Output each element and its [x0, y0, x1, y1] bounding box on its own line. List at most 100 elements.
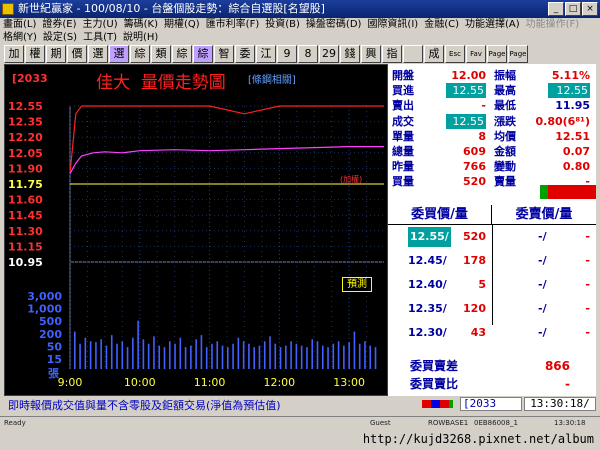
- volume-bar: [205, 347, 208, 369]
- open-label: 開盤: [392, 69, 414, 82]
- total-label: 總量: [392, 145, 414, 158]
- toolbar-button-5[interactable]: 選: [109, 45, 129, 63]
- bid-label: 買進: [392, 84, 414, 97]
- menu-item-0[interactable]: 畫面(L): [0, 18, 39, 32]
- volume-bar: [321, 345, 324, 369]
- menu2-item-0[interactable]: 格網(Y): [0, 31, 40, 45]
- stock-name: 佳大: [96, 73, 130, 93]
- mini-color-indicator: [422, 400, 453, 408]
- bid-ask-diff-row: 委買賣差 866: [388, 358, 596, 374]
- bid-price: 12.45/: [408, 254, 447, 267]
- menu-item-5[interactable]: 匯市利率(F): [203, 18, 263, 32]
- toolbar-button-18[interactable]: 指: [382, 45, 402, 63]
- toolbar-button-24[interactable]: Page Dn: [508, 45, 528, 63]
- ask-price: -/: [538, 230, 547, 243]
- reference-label: (加權): [340, 174, 362, 184]
- volume-tick-label: 50: [47, 340, 63, 353]
- volume-bar: [306, 347, 308, 369]
- menu-item-10[interactable]: 功能選擇(A): [462, 18, 523, 32]
- bid-qty: 5: [478, 278, 486, 291]
- toolbar-button-20[interactable]: 成: [424, 45, 444, 63]
- toolbar-button-0[interactable]: 加: [4, 45, 24, 63]
- toolbar-button-13[interactable]: 9: [277, 45, 297, 63]
- toolbar-button-23[interactable]: Page Up: [487, 45, 507, 63]
- maximize-button[interactable]: □: [565, 2, 581, 16]
- change2-label: 變動: [494, 160, 516, 173]
- toolbar-button-9[interactable]: 綜: [193, 45, 213, 63]
- amp-value: 5.11%: [551, 69, 590, 82]
- toolbar-button-12[interactable]: 江: [256, 45, 276, 63]
- order-book-row: 12.45/178 -/ -: [388, 251, 596, 271]
- info-message: 即時報價成交值與量不含零股及鉅額交易(淨值為預估值): [8, 399, 281, 412]
- status-server: ROWBASE1: [428, 419, 469, 427]
- volume-bar: [211, 343, 213, 369]
- menu-item-8[interactable]: 國際資訊(I): [364, 18, 421, 32]
- toolbar-button-14[interactable]: 8: [298, 45, 318, 63]
- volume-bar: [179, 337, 182, 369]
- menu2-item-1[interactable]: 設定(S): [40, 31, 80, 45]
- open-value: 12.00: [451, 69, 486, 82]
- toolbar-button-16[interactable]: 錢: [340, 45, 360, 63]
- toolbar-button-2[interactable]: 期: [46, 45, 66, 63]
- change2-value: 0.80: [562, 160, 590, 173]
- toolbar-button-11[interactable]: 委: [235, 45, 255, 63]
- price-volume-chart[interactable]: 9:00 10:00 11:00 12:00 13:00 12.55 12.35 12.20 1…: [4, 64, 388, 396]
- toolbar-button-10[interactable]: 智: [214, 45, 234, 63]
- menu2-item-2[interactable]: 工具(T): [80, 31, 120, 45]
- toolbar-button-4[interactable]: 選: [88, 45, 108, 63]
- toolbar-button-1[interactable]: 權: [25, 45, 45, 63]
- menu-item-4[interactable]: 期權(Q): [161, 18, 203, 32]
- toolbar: 加權期價選選綜類綜綜智委江9829錢興指成EscFavPage UpPage D…: [0, 44, 600, 64]
- volume-bar: [147, 343, 150, 369]
- volume-bar: [110, 335, 113, 369]
- menu-item-1[interactable]: 證券(E): [39, 18, 79, 32]
- toolbar-button-8[interactable]: 綜: [172, 45, 192, 63]
- menu-item-6[interactable]: 投資(B): [262, 18, 303, 32]
- bid-price: 12.35/: [408, 302, 447, 315]
- volume-bar: [227, 347, 229, 369]
- quote-row-prev: 昨量 766 變動 0.80: [388, 159, 596, 174]
- ratio-block-red: [548, 185, 596, 199]
- info-bar: 即時報價成交值與量不含零股及鉅額交易(淨值為預估值) [2033 13:30:1…: [4, 396, 596, 412]
- volume-bar: [290, 341, 292, 369]
- prev-label: 昨量: [392, 160, 414, 173]
- quote-row-last: 成交 12.55 漲跌 0.80(6⁸¹): [388, 114, 596, 129]
- menu-item-3[interactable]: 籌碼(K): [121, 18, 161, 32]
- toolbar-button-3[interactable]: 價: [67, 45, 87, 63]
- toolbar-button-6[interactable]: 綜: [130, 45, 150, 63]
- bid-value: 12.55: [446, 83, 486, 98]
- buy-sell-ratio-bar: [540, 185, 596, 199]
- toolbar-button-19[interactable]: [403, 45, 423, 63]
- volume-bar: [74, 331, 76, 369]
- menu-item-9[interactable]: 金融(C): [421, 18, 462, 32]
- condition-tag[interactable]: [條鋼相關]: [248, 71, 296, 86]
- toolbar-button-7[interactable]: 類: [151, 45, 171, 63]
- volume-bar: [190, 345, 192, 369]
- buyvol-value: 520: [463, 175, 486, 188]
- prediction-button[interactable]: 預測: [342, 277, 372, 292]
- menu-bar-secondary: 格網(Y) 設定(S) 工具(T) 說明(H): [0, 31, 600, 45]
- volume-bar: [269, 336, 271, 369]
- quote-row-vol: 單量 8 均價 12.51: [388, 129, 596, 144]
- price-tick-label: 11.75: [8, 178, 43, 191]
- menu-item-7[interactable]: 操盤密碼(D): [303, 18, 365, 32]
- price-tick-label: 10.95: [8, 256, 43, 269]
- toolbar-button-22[interactable]: Fav: [466, 45, 486, 63]
- order-book-row: 12.55/520 -/ -: [388, 227, 596, 247]
- toolbar-button-15[interactable]: 29: [319, 45, 339, 63]
- toolbar-button-17[interactable]: 興: [361, 45, 381, 63]
- menu-item-11[interactable]: 功能操作(F): [523, 18, 583, 32]
- volume-bar: [153, 336, 155, 369]
- menu-item-2[interactable]: 主力(U): [80, 18, 121, 32]
- toolbar-button-21[interactable]: Esc: [445, 45, 465, 63]
- ratio-block-green: [540, 185, 548, 199]
- minimize-button[interactable]: _: [548, 2, 564, 16]
- volume-bar: [100, 339, 102, 369]
- menu2-item-3[interactable]: 說明(H): [120, 31, 161, 45]
- stock-code-input[interactable]: [2033: [460, 397, 522, 411]
- view-title: 量價走勢圖: [140, 73, 226, 93]
- close-button[interactable]: ×: [582, 2, 598, 16]
- volume-bar: [374, 347, 377, 369]
- order-book-row: 12.35/120 -/ -: [388, 299, 596, 319]
- volume-bar: [337, 341, 340, 369]
